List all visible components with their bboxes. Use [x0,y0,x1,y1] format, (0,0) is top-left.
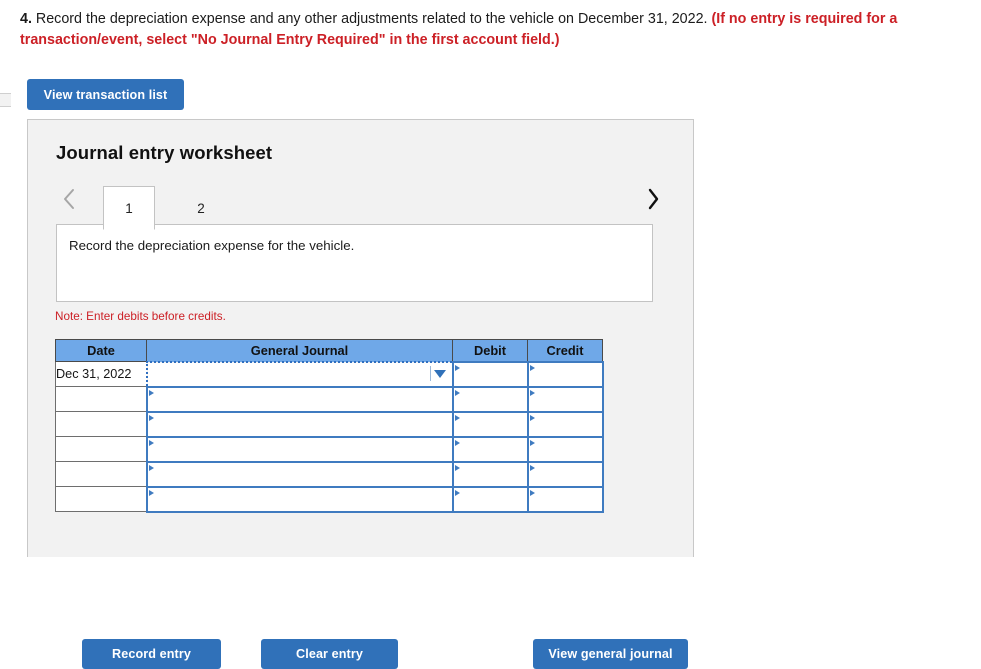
cell-marker-icon [148,489,154,496]
date-cell[interactable] [55,411,147,437]
cell-marker-icon [529,389,535,396]
debit-cell[interactable] [451,460,529,488]
edge-artifact [0,93,11,107]
cell-marker-icon [454,439,460,446]
cell-marker-icon [148,439,154,446]
tab-2-label: 2 [197,201,205,216]
dropdown-divider [429,365,431,381]
date-cell[interactable]: Dec 31, 2022 [55,361,147,387]
cell-marker-icon [148,464,154,471]
credit-cell[interactable] [526,460,604,488]
cell-marker-icon [454,414,460,421]
clear-entry-button[interactable]: Clear entry [261,639,398,669]
page-title: Journal entry worksheet [56,142,273,163]
cell-marker-icon [454,364,460,371]
table-row [55,385,604,413]
column-header-date: Date [55,339,147,362]
cell-marker-icon [148,414,154,421]
question-body: Record the depreciation expense and any … [31,11,712,27]
record-entry-button[interactable]: Record entry [82,639,221,669]
debit-cell[interactable] [451,485,529,513]
column-header-debit: Debit [452,339,528,362]
debits-before-credits-note: Note: Enter debits before credits. [55,310,226,323]
question-number: 4. [20,11,32,27]
column-header-general-journal: General Journal [146,339,453,362]
tab-1-label: 1 [125,200,133,216]
table-row [55,410,604,438]
account-cell[interactable] [145,435,454,463]
table-row: Dec 31, 2022 [55,360,604,388]
instruction-box: Record the depreciation expense for the … [56,224,653,302]
cell-marker-icon [529,489,535,496]
cell-marker-icon [148,389,154,396]
credit-cell[interactable] [526,485,604,513]
journal-entry-table: Date General Journal Debit Credit Dec 31… [55,339,604,513]
journal-entry-worksheet-panel: Journal entry worksheet 1 2 Record the d… [27,119,695,669]
table-header-row: Date General Journal Debit Credit [55,339,603,362]
cell-marker-icon [529,464,535,471]
instruction-text: Record the depreciation expense for the … [69,238,355,253]
credit-cell[interactable] [526,385,604,413]
account-cell[interactable] [145,485,454,513]
view-transaction-list-button[interactable]: View transaction list [27,79,184,110]
question-prompt: 4. Record the depreciation expense and a… [20,9,965,51]
table-row [55,485,604,513]
cell-marker-icon [454,489,460,496]
debit-cell[interactable] [451,360,529,388]
account-cell[interactable] [145,460,454,488]
tab-strip: 1 2 [28,176,695,230]
date-cell[interactable] [55,461,147,487]
date-cell[interactable] [55,486,147,512]
credit-cell[interactable] [526,360,604,388]
account-dropdown-cell[interactable] [145,360,454,388]
column-header-credit: Credit [527,339,603,362]
table-row [55,460,604,488]
cell-marker-icon [529,414,535,421]
chevron-left-icon[interactable] [56,184,82,214]
date-cell[interactable] [55,436,147,462]
chevron-right-icon[interactable] [640,184,666,214]
credit-cell[interactable] [526,410,604,438]
debit-cell[interactable] [451,410,529,438]
cell-marker-icon [454,389,460,396]
date-cell[interactable] [55,386,147,412]
table-row [55,435,604,463]
tab-1[interactable]: 1 [103,186,155,230]
view-general-journal-button[interactable]: View general journal [533,639,688,669]
account-cell[interactable] [145,410,454,438]
cell-marker-icon [454,464,460,471]
debit-cell[interactable] [451,385,529,413]
cell-marker-icon [529,439,535,446]
cell-marker-icon [529,364,535,371]
account-cell[interactable] [145,385,454,413]
chevron-down-icon[interactable] [433,370,446,378]
debit-cell[interactable] [451,435,529,463]
credit-cell[interactable] [526,435,604,463]
